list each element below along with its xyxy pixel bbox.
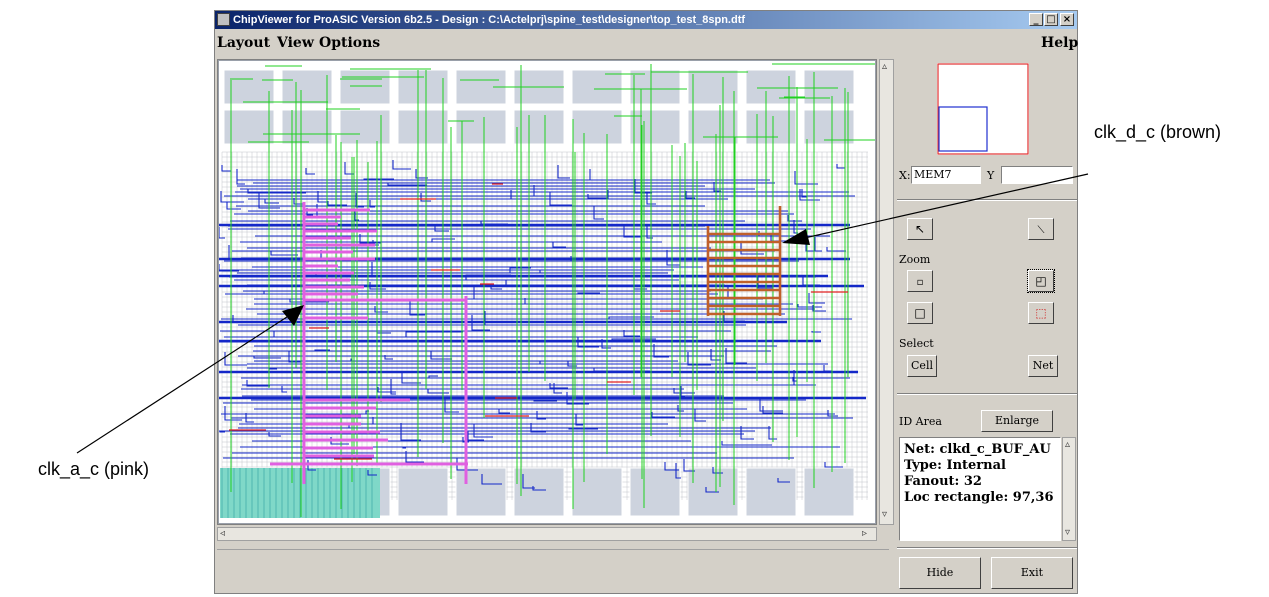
memory-block: [629, 69, 681, 105]
memory-block: [397, 69, 449, 105]
minimize-button[interactable]: _: [1029, 13, 1043, 26]
vertical-scrollbar[interactable]: ▵ ▿: [879, 59, 894, 525]
id-area-label: ID Area: [899, 415, 942, 428]
info-type: Type: Internal: [904, 458, 1006, 473]
info-net: Net: clkd_c_BUF_AU: [904, 442, 1051, 457]
measure-tool-button[interactable]: ⟍: [1028, 218, 1054, 240]
zoom-label: Zoom: [899, 253, 931, 266]
menu-bar: Layout View Options Help: [215, 31, 1078, 53]
scroll-down-icon[interactable]: ▿: [882, 510, 887, 520]
info-fanout: Fanout: 32: [904, 474, 982, 489]
memory-block: [571, 109, 623, 145]
zoom-area-button[interactable]: ⬚: [1028, 302, 1054, 324]
hide-button[interactable]: Hide: [899, 557, 981, 589]
select-net-button[interactable]: Net: [1028, 355, 1058, 377]
control-panel: X: MEM7 Y ↖ ⟍ Zoom ▫ ◰ □ ⬚ Select Cell N…: [897, 59, 1077, 549]
maximize-button[interactable]: □: [1044, 13, 1058, 26]
memory-block: [745, 467, 797, 517]
annotation-clk-a: clk_a_c (pink): [38, 459, 150, 479]
pointer-tool-button[interactable]: ↖: [907, 218, 933, 240]
chip-layout-drawing[interactable]: [218, 60, 876, 524]
title-bar[interactable]: ChipViewer for ProASIC Version 6b2.5 - D…: [215, 11, 1077, 29]
memory-block: [687, 69, 739, 105]
zoom-out-icon: ◰: [1035, 274, 1047, 288]
memory-block: [687, 109, 739, 145]
memory-block: [339, 69, 391, 105]
zoom-in-button[interactable]: ▫: [907, 270, 933, 292]
zoom-fit-button[interactable]: □: [907, 302, 933, 324]
memory-block: [397, 109, 449, 145]
memory-block: [629, 109, 681, 145]
pointer-icon: ↖: [914, 222, 926, 236]
memory-block: [571, 69, 623, 105]
select-label: Select: [899, 337, 934, 350]
memory-block: [803, 109, 855, 145]
zoom-fit-icon: □: [914, 306, 926, 320]
memory-block: [803, 467, 855, 517]
exit-button[interactable]: Exit: [991, 557, 1073, 589]
scroll-up-icon[interactable]: ▵: [882, 62, 887, 72]
overview-map[interactable]: [937, 63, 1029, 155]
menu-layout[interactable]: Layout: [217, 35, 270, 51]
zoom-in-icon: ▫: [916, 277, 924, 288]
diagonal-line-icon: ⟍: [1037, 225, 1045, 236]
scroll-left-icon[interactable]: ◃: [220, 529, 225, 539]
scroll-right-icon[interactable]: ▹: [862, 529, 867, 539]
memory-block: [397, 467, 449, 517]
separator: [897, 199, 1077, 201]
net-info-box: Net: clkd_c_BUF_AU Type: Internal Fanout…: [899, 437, 1061, 541]
chipviewer-window: ChipViewer for ProASIC Version 6b2.5 - D…: [214, 10, 1078, 594]
menu-help[interactable]: Help: [1041, 35, 1078, 51]
info-scroll-down-icon[interactable]: ▿: [1065, 528, 1070, 538]
memory-block: [803, 69, 855, 105]
memory-block: [339, 109, 391, 145]
y-coordinate-field[interactable]: [1001, 166, 1073, 184]
y-label: Y: [987, 169, 995, 182]
select-cell-button[interactable]: Cell: [907, 355, 937, 377]
memory-block: [455, 109, 507, 145]
info-loc: Loc rectangle: 97,36: [904, 490, 1054, 505]
x-label: X:: [899, 169, 911, 182]
enlarge-button[interactable]: Enlarge: [981, 410, 1053, 432]
horizontal-scrollbar[interactable]: ◃ ▹: [217, 527, 877, 541]
separator: [897, 393, 1077, 395]
zoom-area-icon: ⬚: [1035, 306, 1047, 320]
x-coordinate-field[interactable]: MEM7: [911, 166, 981, 184]
menu-view[interactable]: View: [277, 35, 314, 51]
memory-block: [455, 467, 507, 517]
status-bar: [217, 549, 889, 594]
menu-options[interactable]: Options: [319, 35, 380, 51]
zoom-out-button[interactable]: ◰: [1027, 269, 1055, 293]
memory-block: [629, 467, 681, 517]
info-scroll-up-icon[interactable]: ▵: [1065, 440, 1070, 450]
memory-block: [281, 109, 333, 145]
annotation-clk-d: clk_d_c (brown): [1094, 122, 1222, 142]
memory-block: [571, 467, 623, 517]
window-title: ChipViewer for ProASIC Version 6b2.5 - D…: [233, 14, 746, 26]
memory-block: [281, 69, 333, 105]
info-scrollbar[interactable]: ▵ ▿: [1062, 437, 1076, 541]
close-button[interactable]: ×: [1060, 13, 1074, 26]
separator: [897, 547, 1077, 549]
chip-layout-canvas[interactable]: [217, 59, 877, 525]
app-icon[interactable]: [217, 13, 230, 26]
